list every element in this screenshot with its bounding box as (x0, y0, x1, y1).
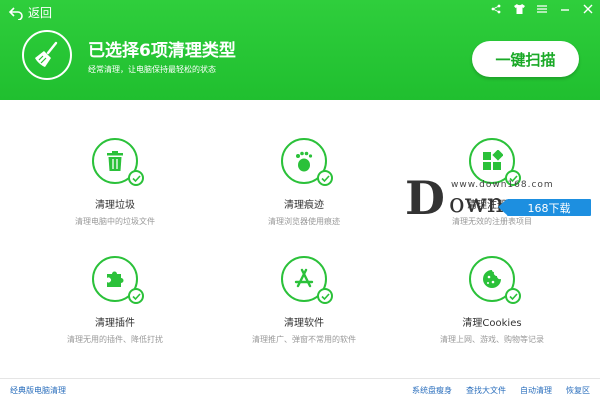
checkmark-icon[interactable] (317, 288, 333, 304)
auto-clean-link[interactable]: 自动清理 (520, 385, 552, 396)
window-controls (490, 2, 594, 16)
footprint-icon (296, 151, 313, 172)
watermark-word: own (449, 189, 504, 219)
app-icon (294, 268, 314, 288)
system-disk-slim-link[interactable]: 系统盘瘦身 (412, 385, 452, 396)
option-clean-plugins[interactable]: 清理插件 清理无用的插件、降低打扰 (45, 256, 185, 345)
checkmark-icon[interactable] (128, 170, 144, 186)
footer-links: 系统盘瘦身 查找大文件 自动清理 恢复区 (412, 385, 590, 396)
option-name: 清理插件 (95, 318, 135, 329)
cookie-icon (483, 270, 501, 288)
option-icon-circle (281, 138, 333, 186)
page-subtitle: 经常清理，让电脑保持最轻松的状态 (88, 65, 216, 74)
header-bar: 返回 已选择6项清理类型 经常清理，让电脑保持最轻松的状态 一键扫描 (0, 0, 600, 100)
option-icon-circle (469, 256, 521, 304)
site-watermark: D www.down168.com own 168下载 (405, 171, 595, 225)
find-large-files-link[interactable]: 查找大文件 (466, 385, 506, 396)
one-click-scan-button[interactable]: 一键扫描 (472, 41, 579, 77)
share-icon[interactable] (490, 2, 502, 16)
option-desc: 清理推广、弹窗不常用的软件 (252, 335, 356, 344)
checkmark-icon[interactable] (505, 288, 521, 304)
option-name: 清理Cookies (462, 318, 522, 329)
option-name: 清理垃圾 (95, 200, 135, 211)
minimize-icon[interactable] (559, 2, 571, 16)
option-clean-software[interactable]: 清理软件 清理推广、弹窗不常用的软件 (234, 256, 374, 345)
back-button[interactable]: 返回 (8, 4, 52, 21)
option-clean-traces[interactable]: 清理痕迹 清理浏览器使用痕迹 (234, 138, 374, 227)
skin-shirt-icon[interactable] (513, 2, 525, 16)
close-icon[interactable] (582, 2, 594, 16)
checkmark-icon[interactable] (317, 170, 333, 186)
back-arrow-icon (8, 6, 23, 20)
option-icon-circle (281, 256, 333, 304)
option-icon-circle (92, 256, 144, 304)
option-clean-cookies[interactable]: 清理Cookies 清理上网、游戏、购物等记录 (422, 256, 562, 345)
registry-icon (483, 150, 503, 170)
checkmark-icon[interactable] (128, 288, 144, 304)
option-desc: 清理上网、游戏、购物等记录 (440, 335, 544, 344)
option-name: 清理痕迹 (284, 200, 324, 211)
option-icon-circle (92, 138, 144, 186)
broom-icon (22, 30, 72, 80)
classic-cleanup-link[interactable]: 经典版电脑清理 (10, 385, 66, 396)
trash-icon (107, 151, 123, 171)
option-name: 清理软件 (284, 318, 324, 329)
option-clean-junk[interactable]: 清理垃圾 清理电脑中的垃圾文件 (45, 138, 185, 227)
page-title: 已选择6项清理类型 (88, 41, 236, 61)
watermark-letter: D (405, 171, 445, 225)
footer-bar: 经典版电脑清理 系统盘瘦身 查找大文件 自动清理 恢复区 (0, 378, 600, 400)
menu-icon[interactable] (536, 2, 548, 16)
restore-area-link[interactable]: 恢复区 (566, 385, 590, 396)
option-desc: 清理电脑中的垃圾文件 (75, 217, 155, 226)
option-desc: 清理浏览器使用痕迹 (268, 217, 340, 226)
puzzle-icon (107, 271, 124, 287)
watermark-badge: 168下载 (498, 199, 591, 216)
option-desc: 清理无用的插件、降低打扰 (67, 335, 163, 344)
back-label: 返回 (28, 6, 53, 20)
